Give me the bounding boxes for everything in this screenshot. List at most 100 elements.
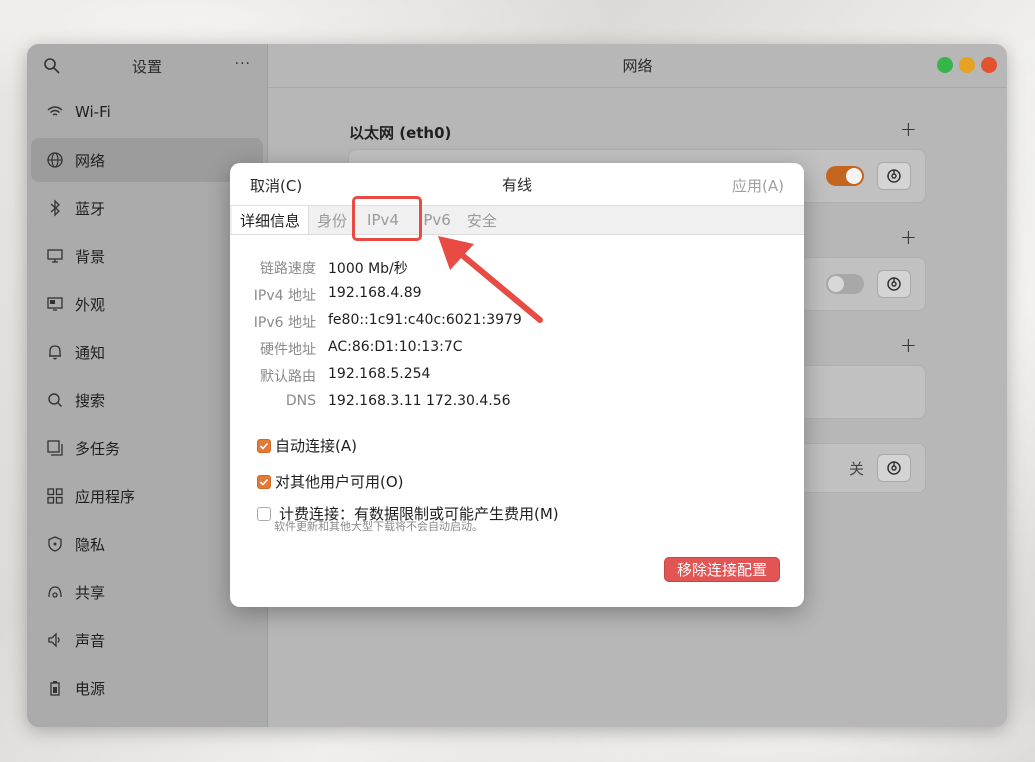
sidebar-item-sharing[interactable]: 共享	[31, 570, 263, 614]
check-icon	[259, 442, 269, 450]
battery-icon	[45, 678, 65, 698]
ethernet-toggle[interactable]	[826, 166, 864, 186]
sidebar-item-network[interactable]: 网络	[31, 138, 263, 182]
apply-button[interactable]: 应用(A)	[732, 175, 784, 196]
multitask-icon	[45, 438, 65, 458]
sidebar-item-label: 网络	[75, 151, 106, 170]
info-value: 1000 Mb/秒	[328, 261, 408, 277]
bell-icon	[45, 342, 65, 362]
proxy-status: 关	[849, 460, 865, 478]
metered-checkbox[interactable]	[257, 506, 271, 521]
tab-security[interactable]: 安全	[459, 206, 505, 234]
proxy-settings-button[interactable]	[877, 454, 911, 482]
all-users-checkbox[interactable]	[257, 474, 271, 489]
add-vpn-button[interactable]: +	[900, 225, 917, 249]
page-title: 网络	[622, 57, 653, 75]
add-ethernet-button[interactable]: +	[900, 117, 917, 141]
sidebar-item-label: 蓝牙	[75, 199, 106, 218]
appearance-icon	[45, 294, 65, 314]
info-label: 链路速度	[260, 261, 316, 277]
info-value: 192.168.5.254	[328, 366, 431, 382]
add-proxy-button[interactable]: +	[900, 333, 917, 357]
sidebar-item-privacy[interactable]: 隐私	[31, 522, 263, 566]
ethernet-settings-button[interactable]	[877, 162, 911, 190]
menu-button[interactable]: ···	[235, 56, 251, 72]
check-icon	[259, 478, 269, 486]
close-button[interactable]	[981, 57, 997, 73]
info-label: 硬件地址	[260, 342, 316, 358]
speaker-icon	[45, 630, 65, 650]
remove-connection-button[interactable]: 移除连接配置	[663, 557, 780, 582]
vpn-toggle[interactable]	[826, 274, 864, 294]
toggle-knob	[846, 168, 862, 184]
apps-icon	[45, 486, 65, 506]
search-icon[interactable]	[43, 57, 61, 75]
auto-connect-checkbox[interactable]	[257, 438, 271, 453]
dialog-title: 有线	[501, 175, 532, 194]
sidebar-item-label: 通知	[75, 343, 106, 362]
sidebar-item-apps[interactable]: 应用程序	[31, 474, 263, 518]
tab-identity[interactable]: 身份	[309, 206, 355, 234]
gear-icon	[887, 461, 901, 475]
gear-icon	[887, 277, 901, 291]
info-row-hardware: 硬件地址 AC:86:D1:10:13:7C	[230, 339, 463, 359]
maximize-button[interactable]	[937, 57, 953, 73]
auto-connect-row[interactable]: 自动连接(A)	[257, 435, 357, 456]
sidebar-item-search[interactable]: 搜索	[31, 378, 263, 422]
share-icon	[45, 582, 65, 602]
info-label: DNS	[285, 393, 316, 409]
auto-connect-label: 自动连接(A)	[275, 437, 357, 455]
minimize-button[interactable]	[959, 57, 975, 73]
search-icon	[45, 390, 65, 410]
sidebar-title: 设置	[131, 57, 162, 76]
monitor-icon	[45, 246, 65, 266]
globe-icon	[45, 150, 65, 170]
sidebar-item-label: 搜索	[75, 391, 106, 410]
sidebar-item-label: 外观	[75, 295, 106, 314]
sidebar-item-sound[interactable]: 声音	[31, 618, 263, 662]
info-label: 默认路由	[260, 369, 316, 385]
dialog-header: 取消(C) 有线 应用(A)	[230, 163, 804, 205]
info-value: 192.168.4.89	[328, 285, 422, 301]
info-row-dns: DNS 192.168.3.11 172.30.4.56	[230, 393, 511, 413]
info-label: IPv6 地址	[253, 315, 316, 331]
main-header: 网络	[268, 44, 1007, 88]
cancel-button[interactable]: 取消(C)	[250, 175, 302, 196]
sidebar-item-appearance[interactable]: 外观	[31, 282, 263, 326]
vpn-settings-button[interactable]	[877, 270, 911, 298]
sidebar-item-label: 应用程序	[75, 487, 136, 506]
sidebar-item-label: 电源	[75, 679, 106, 698]
info-value: 192.168.3.11 172.30.4.56	[328, 393, 511, 409]
ipv4-highlight-box	[352, 196, 422, 241]
info-value: AC:86:D1:10:13:7C	[328, 339, 463, 355]
metered-note: 软件更新和其他大型下载将不会自动启动。	[274, 520, 483, 533]
sidebar-item-power[interactable]: 电源	[31, 666, 263, 710]
bluetooth-icon	[45, 198, 65, 218]
sidebar-item-label: 背景	[75, 247, 106, 266]
info-row-route: 默认路由 192.168.5.254	[230, 366, 430, 386]
info-label: IPv4 地址	[253, 288, 316, 304]
all-users-label: 对其他用户可用(O)	[275, 473, 404, 491]
wifi-icon	[45, 102, 65, 122]
sidebar-item-background[interactable]: 背景	[31, 234, 263, 278]
sidebar-item-notifications[interactable]: 通知	[31, 330, 263, 374]
sidebar-header: 设置 ···	[27, 44, 267, 88]
sidebar-item-wifi[interactable]: Wi-Fi	[31, 90, 263, 134]
all-users-row[interactable]: 对其他用户可用(O)	[257, 471, 404, 492]
dialog-tabs: 详细信息 身份 IPv4 IPv6 安全	[230, 205, 804, 235]
window-controls	[937, 57, 997, 73]
info-row-ipv4: IPv4 地址 192.168.4.89	[230, 285, 422, 305]
sidebar-item-label: 共享	[75, 583, 106, 602]
toggle-knob	[828, 276, 844, 292]
ethernet-section-title: 以太网 (eth0)	[349, 124, 452, 142]
info-row-link-speed: 链路速度 1000 Mb/秒	[230, 258, 408, 278]
sidebar-item-label: 隐私	[75, 535, 106, 554]
tab-details[interactable]: 详细信息	[232, 206, 310, 234]
sidebar-item-multitasking[interactable]: 多任务	[31, 426, 263, 470]
red-arrow-icon	[438, 236, 543, 323]
sidebar-item-bluetooth[interactable]: 蓝牙	[31, 186, 263, 230]
sidebar-item-label: 声音	[75, 631, 106, 650]
sidebar-item-label: 多任务	[75, 439, 121, 458]
gear-icon	[887, 169, 901, 183]
shield-icon	[45, 534, 65, 554]
